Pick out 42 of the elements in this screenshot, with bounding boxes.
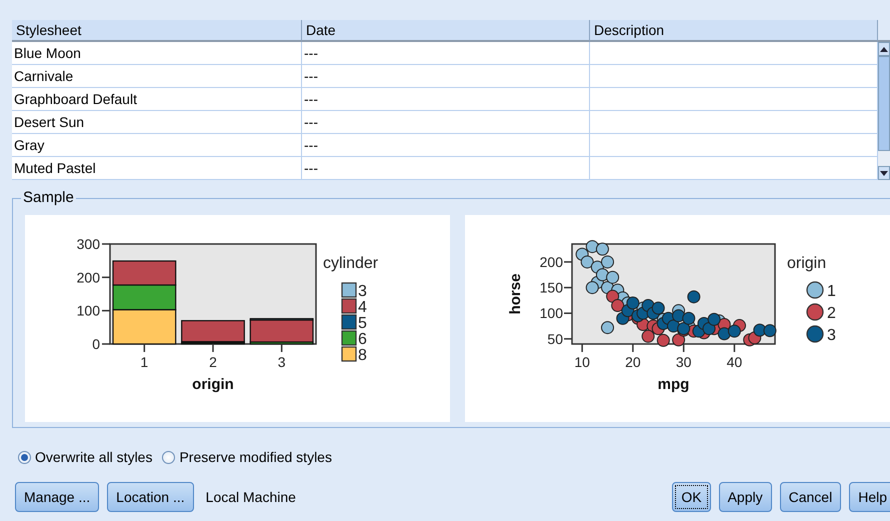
axis-tick-label: 1: [140, 354, 148, 370]
legend-label: 5: [358, 315, 367, 332]
axis-tick-label: 50: [547, 330, 563, 347]
group-title: Sample: [21, 189, 76, 206]
table-cell: ---: [302, 134, 590, 157]
axis-tick-label: 2: [209, 354, 217, 370]
location-label: Local Machine: [206, 489, 296, 505]
axis-tick-label: 150: [540, 280, 563, 296]
table-cell: ---: [302, 111, 590, 134]
x-axis-title: mpg: [658, 376, 690, 393]
table-cell: ---: [302, 65, 590, 88]
legend-label: 4: [358, 299, 367, 316]
axis-tick-label: 100: [540, 305, 563, 322]
legend-label: 6: [358, 331, 367, 348]
table-cell: ---: [302, 88, 590, 111]
table-cell: Carnivale: [12, 65, 302, 88]
legend-label: 1: [827, 283, 836, 300]
y-axis-title: horse: [507, 274, 524, 314]
axis-tick-label: 100: [76, 302, 100, 319]
table-cell: ---: [302, 157, 590, 180]
table-cell: Graphboard Default: [12, 88, 302, 111]
x-axis-title: origin: [192, 376, 234, 393]
axis-tick-label: 40: [726, 354, 742, 370]
table-cell: Muted Pastel: [12, 157, 302, 180]
axis-tick-label: 10: [574, 354, 590, 370]
legend-title: origin: [787, 255, 826, 272]
legend-label: 8: [358, 347, 367, 364]
axis-tick-label: 0: [92, 336, 100, 352]
axis-tick-label: 20: [625, 354, 641, 370]
axis-tick-label: 200: [76, 269, 100, 286]
legend-label: 2: [827, 305, 836, 322]
axis-tick-label: 300: [76, 236, 100, 252]
table-cell: Blue Moon: [12, 42, 302, 65]
table-cell: ---: [302, 42, 590, 65]
axis-tick-label: 3: [278, 354, 286, 370]
legend-title: cylinder: [323, 255, 378, 272]
legend-label: 3: [827, 327, 836, 344]
table-cell: Gray: [12, 134, 302, 157]
axis-tick-label: 200: [540, 254, 563, 270]
legend-label: 3: [358, 283, 367, 300]
table-cell: Desert Sun: [12, 111, 302, 134]
axis-tick-label: 30: [676, 354, 692, 370]
